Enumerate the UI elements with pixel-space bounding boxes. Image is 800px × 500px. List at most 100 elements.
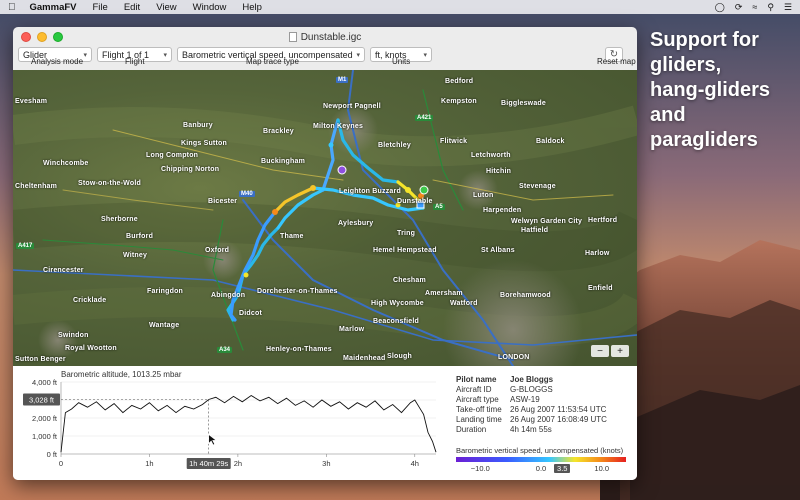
cursor-y-value: 3,028 ft xyxy=(29,395,55,404)
town-label: Didcot xyxy=(239,310,262,317)
maximize-button[interactable] xyxy=(53,32,63,42)
menu-file[interactable]: File xyxy=(93,2,108,13)
chart-y-axis: 4,000 ft3,000 ft2,000 ft1,000 ft0 ft xyxy=(32,378,58,459)
town-label: LONDON xyxy=(498,354,530,361)
town-label: Dunstable xyxy=(397,198,433,205)
window-controls xyxy=(21,32,63,42)
town-label: Harpenden xyxy=(483,207,522,214)
road-badge-a5: A5 xyxy=(433,204,445,210)
menu-edit[interactable]: Edit xyxy=(124,2,140,13)
town-label: Bletchley xyxy=(378,142,411,149)
town-label: Milton Keynes xyxy=(313,123,364,130)
town-label: Abingdon xyxy=(211,292,246,299)
promo-line: paragliders xyxy=(650,129,758,151)
start-marker[interactable] xyxy=(419,185,429,195)
town-label: Enfield xyxy=(588,285,613,292)
town-label: Amersham xyxy=(425,290,463,297)
road-badge-a34: A34 xyxy=(217,347,233,353)
town-label: Faringdon xyxy=(147,288,184,295)
town-label: Sutton Benger xyxy=(15,356,66,363)
title-bar[interactable]: Dunstable.igc xyxy=(13,27,637,47)
x-tick-label: 4h xyxy=(411,459,419,468)
cursor-x-value: 1h 40m 29s xyxy=(189,459,228,468)
town-label: Flitwick xyxy=(440,138,468,145)
town-label: Kings Sutton xyxy=(181,140,227,147)
town-label: Tring xyxy=(397,230,416,237)
town-label: Cheltenham xyxy=(15,183,58,190)
altitude-line xyxy=(60,394,437,453)
town-label: Thame xyxy=(280,233,304,240)
town-label: Cirencester xyxy=(43,267,84,274)
promo-line: and xyxy=(650,104,686,126)
color-legend: Barometric vertical speed, uncompensated… xyxy=(456,446,628,473)
town-label: Evesham xyxy=(15,98,48,105)
menu-help[interactable]: Help xyxy=(242,2,262,13)
town-label: Buckingham xyxy=(261,158,306,165)
info-key: Landing time xyxy=(456,415,502,424)
document-icon xyxy=(288,32,297,42)
menu-view[interactable]: View xyxy=(156,2,176,13)
menu-bar:  GammaFV File Edit View Window Help ◯ ⟳… xyxy=(0,0,800,14)
town-label: Leighton Buzzard xyxy=(339,188,401,195)
town-label: Stevenage xyxy=(519,183,556,190)
airplay-icon[interactable]: ◯ xyxy=(715,2,725,13)
wifi-icon[interactable]: ≈ xyxy=(752,2,757,12)
info-key: Aircraft type xyxy=(456,395,499,404)
sync-icon[interactable]: ⟳ xyxy=(735,2,743,13)
town-label: Hitchin xyxy=(486,168,512,175)
legend-ticks: −10.0 0.0 3.5 10.0 xyxy=(456,462,628,473)
town-label: Wantage xyxy=(149,322,180,329)
info-row: Take-off time 26 Aug 2007 11:53:54 UTC xyxy=(456,405,636,415)
road-badge-a417: A417 xyxy=(16,243,35,249)
analysis-mode-label: Analysis mode xyxy=(31,57,84,66)
road-badge-m40: M40 xyxy=(239,191,255,197)
altitude-chart[interactable]: Barometric altitude, 1013.25 mbar 4,000 … xyxy=(13,366,443,480)
search-icon[interactable]: ⚲ xyxy=(767,2,774,13)
menu-app-name[interactable]: GammaFV xyxy=(30,2,77,13)
town-label: Newport Pagnell xyxy=(323,103,381,110)
town-label: Hertford xyxy=(588,217,618,224)
town-label: St Albans xyxy=(481,247,515,254)
info-row: Landing time 26 Aug 2007 16:08:49 UTC xyxy=(456,415,636,425)
x-tick-label: 2h xyxy=(234,459,242,468)
minimize-button[interactable] xyxy=(37,32,47,42)
town-label: Stow-on-the-Wold xyxy=(78,180,141,187)
info-value: 4h 14m 55s xyxy=(510,425,552,434)
flight-info: Pilot name Joe Bloggs Aircraft ID G-BLOG… xyxy=(456,375,636,435)
legend-tick: 10.0 xyxy=(594,464,610,473)
window-title: Dunstable.igc xyxy=(300,31,362,43)
zoom-out-button[interactable]: − xyxy=(591,345,609,357)
app-window: Dunstable.igc Glider ▾ Flight 1 of 1 ▾ B… xyxy=(13,27,637,480)
legend-marker: 3.5 xyxy=(554,464,571,473)
menu-window[interactable]: Window xyxy=(193,2,227,13)
town-label: Witney xyxy=(123,252,148,259)
reset-map-label: Reset map xyxy=(597,57,636,66)
apple-icon[interactable]:  xyxy=(8,2,16,13)
town-label: Banbury xyxy=(183,122,213,129)
town-label: Biggleswade xyxy=(501,100,546,107)
info-row: Duration 4h 14m 55s xyxy=(456,425,636,435)
chart-x-axis: 0 1h 2h 3h 4h xyxy=(59,454,419,468)
y-tick-label: 2,000 ft xyxy=(32,414,58,423)
town-label: Baldock xyxy=(536,138,565,145)
x-tick-label: 3h xyxy=(322,459,330,468)
y-tick-label: 4,000 ft xyxy=(32,378,58,387)
town-label: Kempston xyxy=(441,98,477,105)
x-tick-label: 1h xyxy=(145,459,153,468)
legend-tick: −10.0 xyxy=(470,464,490,473)
list-icon[interactable]: ☰ xyxy=(784,2,792,13)
town-label: Maidenhead xyxy=(343,355,386,362)
promo-line: gliders, xyxy=(650,54,722,76)
position-marker[interactable] xyxy=(337,165,347,175)
town-label: Dorchester-on-Thames xyxy=(257,288,338,295)
zoom-in-button[interactable]: + xyxy=(611,345,629,357)
close-button[interactable] xyxy=(21,32,31,42)
town-label: Swindon xyxy=(58,332,89,339)
legend-title: Barometric vertical speed, uncompensated… xyxy=(456,446,624,455)
town-label: Bedford xyxy=(445,78,474,85)
town-label: Beaconsfield xyxy=(373,318,419,325)
town-label: Aylesbury xyxy=(338,220,374,227)
town-label: Bicester xyxy=(208,198,238,205)
road-badge-m1: M1 xyxy=(336,77,349,83)
map-view[interactable]: Bedford Kempston Biggleswade Newport Pag… xyxy=(13,70,637,366)
